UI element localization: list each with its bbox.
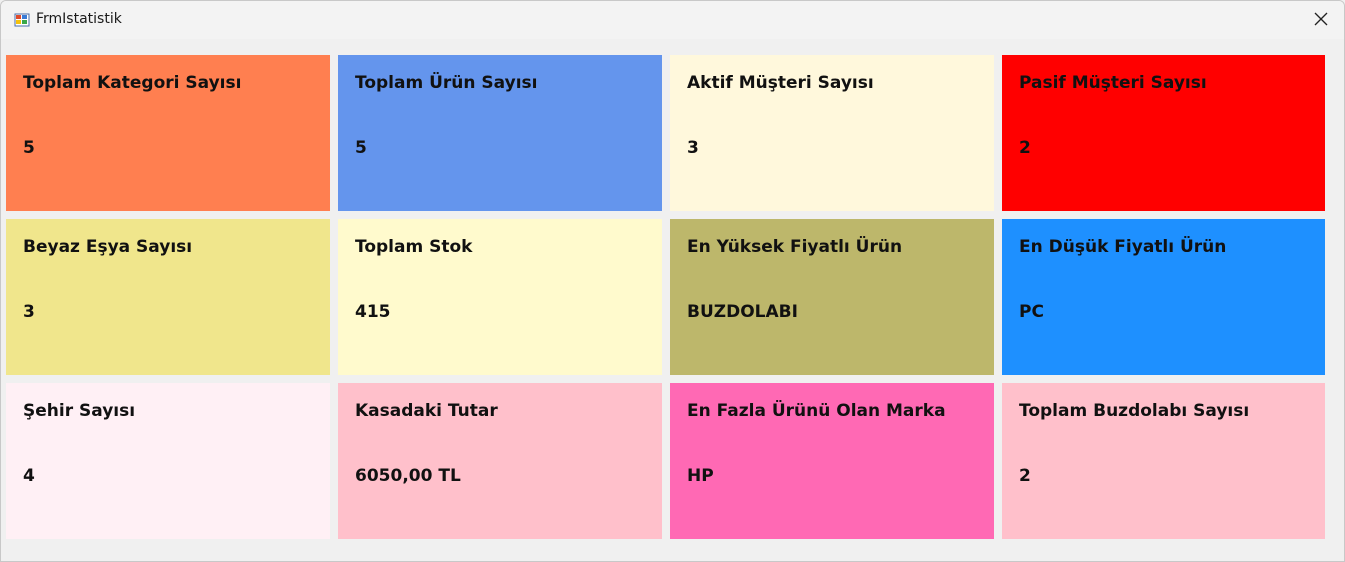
stat-value: 415 xyxy=(355,302,391,322)
title-bar: FrmIstatistik xyxy=(1,1,1344,39)
stat-card-city-count: Şehir Sayısı 4 xyxy=(6,383,330,539)
stat-card-cash-amount: Kasadaki Tutar 6050,00 TL xyxy=(338,383,662,539)
stat-label: Aktif Müşteri Sayısı xyxy=(687,73,874,93)
stat-card-highest-price-product: En Yüksek Fiyatlı Ürün BUZDOLABI xyxy=(670,219,994,375)
stat-label: Pasif Müşteri Sayısı xyxy=(1019,73,1207,93)
stat-value: 5 xyxy=(23,138,35,158)
app-window-icon xyxy=(14,12,30,28)
stat-card-total-products: Toplam Ürün Sayısı 5 xyxy=(338,55,662,211)
close-button[interactable] xyxy=(1298,1,1344,39)
stat-value: 3 xyxy=(687,138,699,158)
stat-label: Toplam Stok xyxy=(355,237,473,257)
stat-card-active-customers: Aktif Müşteri Sayısı 3 xyxy=(670,55,994,211)
stat-card-total-categories: Toplam Kategori Sayısı 5 xyxy=(6,55,330,211)
stat-value: 5 xyxy=(355,138,367,158)
stat-card-total-stock: Toplam Stok 415 xyxy=(338,219,662,375)
stat-label: En Fazla Ürünü Olan Marka xyxy=(687,401,946,421)
statistics-window: FrmIstatistik Toplam Kategori Sayısı 5 T… xyxy=(0,0,1345,562)
stat-card-white-goods: Beyaz Eşya Sayısı 3 xyxy=(6,219,330,375)
stat-card-passive-customers: Pasif Müşteri Sayısı 2 xyxy=(1002,55,1325,211)
stat-value: 6050,00 TL xyxy=(355,466,461,486)
stat-label: Şehir Sayısı xyxy=(23,401,136,421)
stat-label: Toplam Kategori Sayısı xyxy=(23,73,242,93)
stat-value: HP xyxy=(687,466,714,486)
stat-value: 3 xyxy=(23,302,35,322)
stat-label: Beyaz Eşya Sayısı xyxy=(23,237,193,257)
close-icon xyxy=(1314,11,1328,30)
stat-value: 2 xyxy=(1019,466,1031,486)
stat-label: En Yüksek Fiyatlı Ürün xyxy=(687,237,903,257)
stat-value: 4 xyxy=(23,466,35,486)
stat-value: BUZDOLABI xyxy=(687,302,798,322)
stat-value: PC xyxy=(1019,302,1044,322)
stat-label: Toplam Buzdolabı Sayısı xyxy=(1019,401,1250,421)
stat-card-total-fridges: Toplam Buzdolabı Sayısı 2 xyxy=(1002,383,1325,539)
stat-label: Toplam Ürün Sayısı xyxy=(355,73,538,93)
stat-card-top-brand: En Fazla Ürünü Olan Marka HP xyxy=(670,383,994,539)
stat-card-lowest-price-product: En Düşük Fiyatlı Ürün PC xyxy=(1002,219,1325,375)
window-title: FrmIstatistik xyxy=(36,11,122,27)
stat-label: Kasadaki Tutar xyxy=(355,401,498,421)
stat-label: En Düşük Fiyatlı Ürün xyxy=(1019,237,1227,257)
stat-value: 2 xyxy=(1019,138,1031,158)
